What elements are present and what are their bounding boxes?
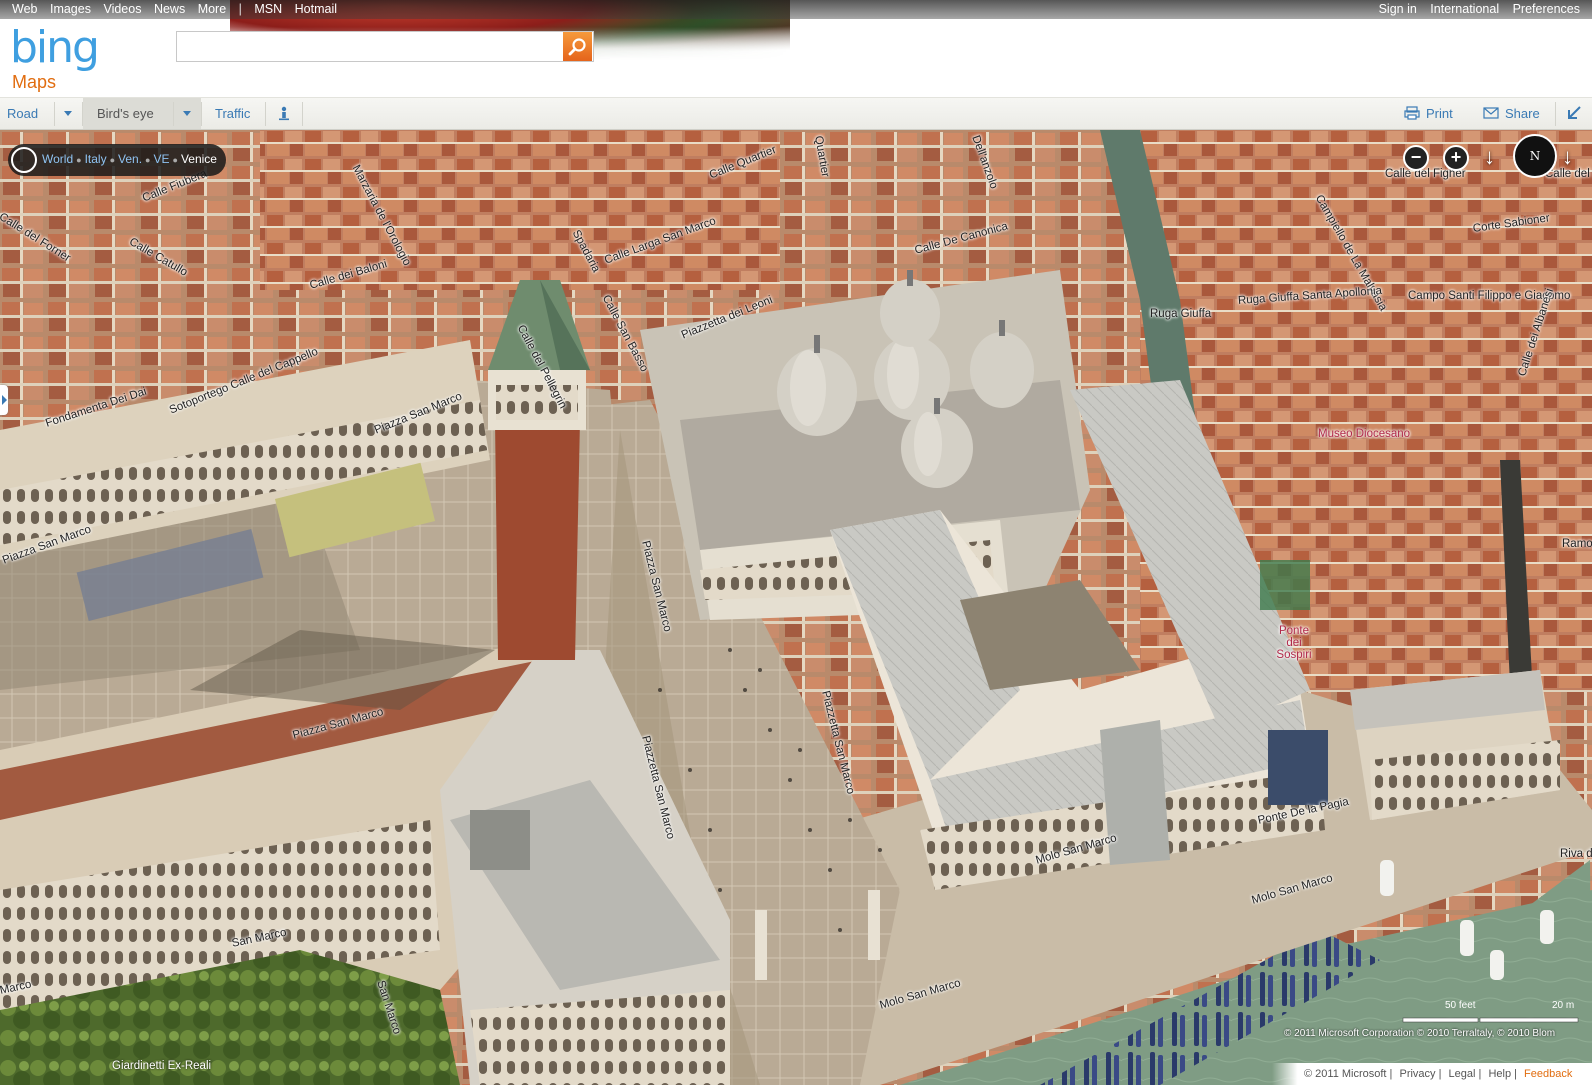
side-panel-expand-tab[interactable] — [0, 385, 8, 415]
international-link[interactable]: International — [1430, 2, 1499, 16]
nav-separator: | — [238, 2, 242, 16]
map-label: Ramo D — [1562, 538, 1592, 550]
footer-copyright: © 2011 Microsoft — [1304, 1068, 1387, 1080]
road-view-button[interactable]: Road — [7, 98, 38, 129]
birdseye-view-button[interactable]: Bird's eye — [97, 98, 154, 129]
rotate-left-icon[interactable]: ↓ — [1484, 144, 1495, 170]
nav-web[interactable]: Web — [12, 2, 37, 16]
map-toolbar: Road Bird's eye Traffic Print Share — [0, 97, 1592, 130]
share-button[interactable]: Share — [1505, 98, 1540, 129]
search-icon — [568, 38, 586, 56]
privacy-link[interactable]: Privacy — [1399, 1068, 1435, 1080]
map-label: Riva de — [1560, 848, 1592, 860]
scale-meters: 20 m — [1552, 1000, 1575, 1011]
print-icon[interactable] — [1404, 98, 1420, 129]
nav-videos[interactable]: Videos — [103, 2, 141, 16]
top-nav-right: Sign in International Preferences — [1369, 2, 1580, 16]
locate-icon[interactable] — [11, 147, 37, 173]
help-link[interactable]: Help — [1488, 1068, 1511, 1080]
top-nav-bar: Web Images Videos News More | MSN Hotmai… — [0, 0, 1592, 19]
nav-news[interactable]: News — [154, 2, 185, 16]
nav-more[interactable]: More — [198, 2, 226, 16]
breadcrumb-trail: World ● Italy ● Ven. ● VE ● Venice — [42, 152, 217, 166]
toolbar-divider — [1555, 102, 1556, 126]
breadcrumb-italy[interactable]: Italy — [85, 152, 107, 166]
search-input[interactable] — [180, 35, 559, 61]
top-nav-left: Web Images Videos News More | MSN Hotmai… — [12, 2, 346, 16]
breadcrumb-world[interactable]: World — [42, 152, 73, 166]
traffic-button[interactable]: Traffic — [215, 98, 250, 129]
print-button[interactable]: Print — [1426, 98, 1453, 129]
map-label: Ruga Giuffa — [1150, 308, 1212, 320]
rotate-right-icon[interactable]: ↓ — [1562, 144, 1573, 170]
footer: © 2011 Microsoft | Privacy | Legal | Hel… — [1272, 1063, 1592, 1085]
toolbar-divider — [82, 102, 83, 126]
collapse-icon[interactable] — [1566, 98, 1582, 129]
legal-link[interactable]: Legal — [1449, 1068, 1476, 1080]
imagery-copyright: © 2011 Microsoft Corporation © 2010 Terr… — [1284, 1028, 1556, 1039]
pin-icon — [279, 106, 289, 121]
preferences-link[interactable]: Preferences — [1513, 2, 1580, 16]
road-options-caret-down-icon[interactable] — [55, 98, 81, 129]
nav-msn[interactable]: MSN — [254, 2, 282, 16]
streetside-button[interactable] — [277, 98, 291, 129]
toolbar-divider — [201, 102, 202, 126]
sign-in-link[interactable]: Sign in — [1379, 2, 1417, 16]
birdseye-map[interactable]: Calle Fiubera Calle del Forner Calle Cat… — [0, 130, 1592, 1085]
maps-product-label[interactable]: Maps — [12, 72, 56, 93]
poi-label[interactable]: Ponte dei Sospiri — [1272, 625, 1316, 661]
scale-feet: 50 feet — [1445, 1000, 1476, 1011]
breadcrumb-ven[interactable]: Ven. — [118, 152, 142, 166]
poi-label[interactable]: Museo Diocesano — [1318, 428, 1410, 440]
zoom-in-icon[interactable]: + — [1443, 145, 1469, 171]
compass-icon[interactable]: N — [1513, 134, 1557, 178]
search-button[interactable] — [563, 32, 592, 61]
birdseye-options-caret-down-icon[interactable] — [174, 98, 200, 129]
zoom-out-icon[interactable]: − — [1403, 145, 1429, 171]
share-icon[interactable] — [1483, 98, 1499, 129]
toolbar-divider — [265, 102, 266, 126]
header: Web Images Videos News More | MSN Hotmai… — [0, 0, 1592, 97]
bing-logo[interactable]: bing — [10, 22, 100, 73]
nav-hotmail[interactable]: Hotmail — [295, 2, 337, 16]
breadcrumb-ve[interactable]: VE — [153, 152, 169, 166]
location-breadcrumb: World ● Italy ● Ven. ● VE ● Venice — [8, 144, 226, 176]
breadcrumb-current: Venice — [180, 152, 217, 166]
feedback-link[interactable]: Feedback — [1524, 1068, 1572, 1080]
map-label: Giardinetti Ex-Reali — [112, 1060, 212, 1072]
nav-images[interactable]: Images — [50, 2, 91, 16]
toolbar-divider — [302, 102, 303, 126]
